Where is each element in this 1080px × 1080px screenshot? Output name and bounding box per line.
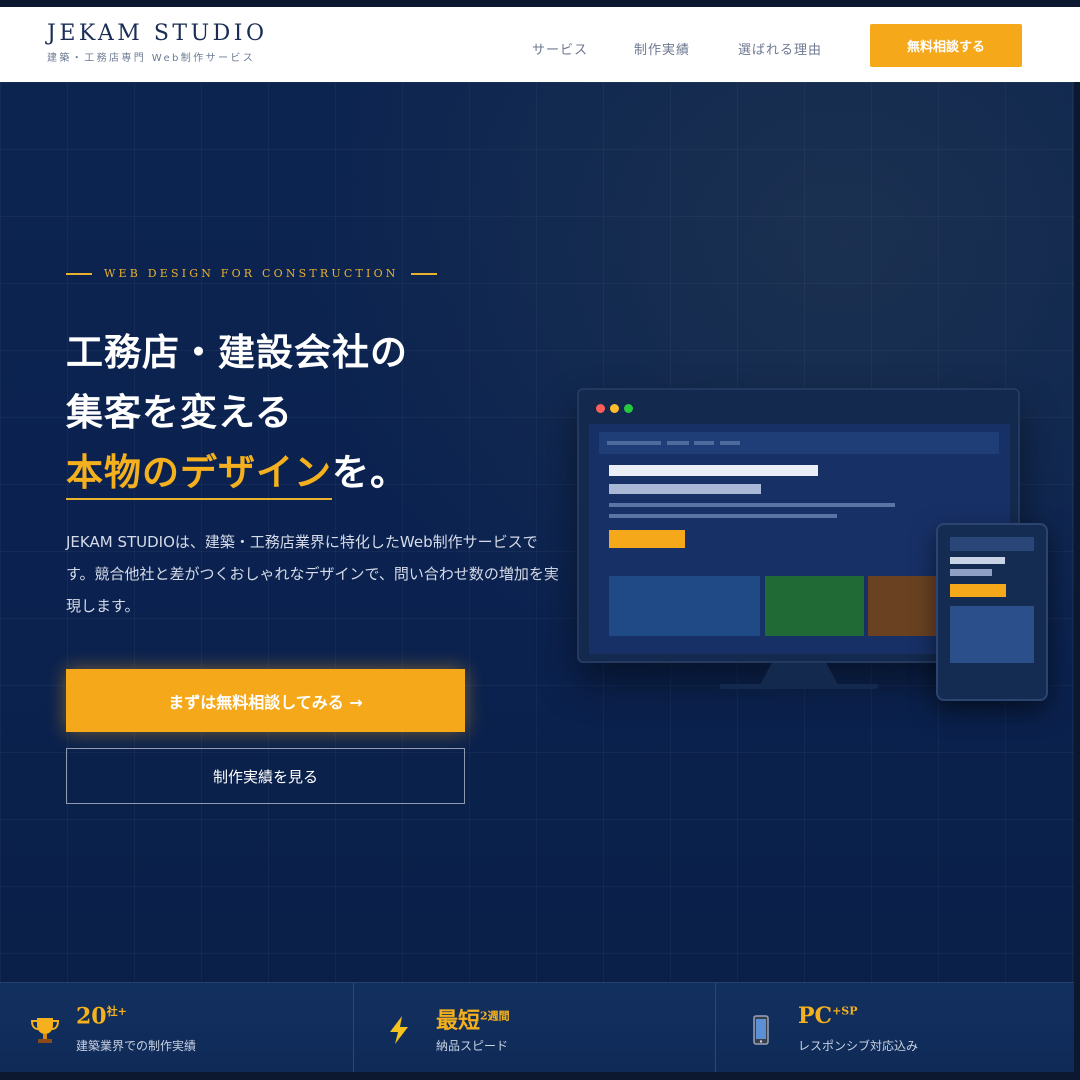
stat-works-value: 20社+ xyxy=(76,1003,127,1030)
mockup-button xyxy=(609,530,685,548)
headline-line-2: 集客を変える xyxy=(66,390,293,434)
logo-title: JEKAM STUDIO xyxy=(47,21,268,46)
mockup-text-line xyxy=(609,503,895,507)
phone-nav xyxy=(950,537,1034,551)
mockup-nav xyxy=(599,432,999,454)
lightning-icon xyxy=(390,1016,408,1044)
bottom-border xyxy=(0,1072,1080,1080)
phone-mockup xyxy=(936,523,1048,701)
view-works-button[interactable]: 制作実績を見る xyxy=(66,748,465,804)
headline-tail: を。 xyxy=(332,450,408,494)
window-dot-green xyxy=(624,404,633,413)
stat-responsive-label: レスポンシブ対応込み xyxy=(798,1039,919,1053)
hero-headline: 工務店・建設会社の 集客を変える 本物のデザインを。 xyxy=(66,322,408,502)
phone-subtitle-bar xyxy=(950,569,992,576)
hero-description: JEKAM STUDIOは、建築・工務店業界に特化したWeb制作サービスです。競… xyxy=(66,533,559,615)
nav-services[interactable]: サービス xyxy=(532,39,588,58)
hero-tagline: WEB DESIGN FOR CONSTRUCTION xyxy=(66,267,437,280)
headline-line-1: 工務店・建設会社の xyxy=(66,330,408,374)
right-border xyxy=(1074,82,1080,1072)
headline-accent: 本物のデザイン xyxy=(66,450,332,500)
monitor-stand xyxy=(760,663,838,685)
consult-cta-button[interactable]: まずは無料相談してみる → xyxy=(66,669,465,732)
logo-subtitle: 建築・工務店専門 Web制作サービス xyxy=(47,53,256,64)
smartphone-icon xyxy=(753,1015,769,1045)
site-header: JEKAM STUDIO 建築・工務店専門 Web制作サービス サービス 制作実… xyxy=(0,7,1080,82)
stat-responsive-value: PC+SP xyxy=(798,1003,858,1029)
stat-speed: 最短2週間 納品スピード xyxy=(354,983,715,1073)
top-border xyxy=(0,0,1080,7)
hero-section: WEB DESIGN FOR CONSTRUCTION 工務店・建設会社の 集客… xyxy=(0,82,1080,982)
mockup-tile-green xyxy=(765,576,864,636)
tagline-text: WEB DESIGN FOR CONSTRUCTION xyxy=(104,267,399,280)
mockup-tile-blue xyxy=(609,576,760,636)
window-dot-red xyxy=(596,404,605,413)
nav-works[interactable]: 制作実績 xyxy=(634,39,690,58)
tagline-line-left xyxy=(66,272,92,275)
trophy-icon xyxy=(30,1018,60,1043)
tagline-line-right xyxy=(410,272,437,275)
stat-works: 20社+ 建築業界での制作実績 xyxy=(0,983,353,1073)
free-consult-button[interactable]: 無料相談する xyxy=(870,24,1022,67)
stat-responsive: PC+SP レスポンシブ対応込み xyxy=(716,983,1080,1073)
monitor-base xyxy=(720,684,878,689)
mockup-title-bar xyxy=(609,465,818,476)
mockup-text-line xyxy=(609,514,837,518)
stat-speed-label: 納品スピード xyxy=(436,1039,509,1053)
phone-title-bar xyxy=(950,557,1005,564)
logo[interactable]: JEKAM STUDIO 建築・工務店専門 Web制作サービス xyxy=(47,21,267,64)
window-dot-yellow xyxy=(610,404,619,413)
nav-reasons[interactable]: 選ばれる理由 xyxy=(738,39,822,58)
mockup-subtitle-bar xyxy=(609,484,761,494)
stats-bar: 20社+ 建築業界での制作実績 最短2週間 納品スピード PC+SP レスポンシ… xyxy=(0,982,1080,1073)
stat-works-label: 建築業界での制作実績 xyxy=(76,1039,197,1053)
phone-image-tile xyxy=(950,606,1034,663)
phone-button xyxy=(950,584,1006,597)
stat-speed-value: 最短2週間 xyxy=(436,1008,510,1034)
